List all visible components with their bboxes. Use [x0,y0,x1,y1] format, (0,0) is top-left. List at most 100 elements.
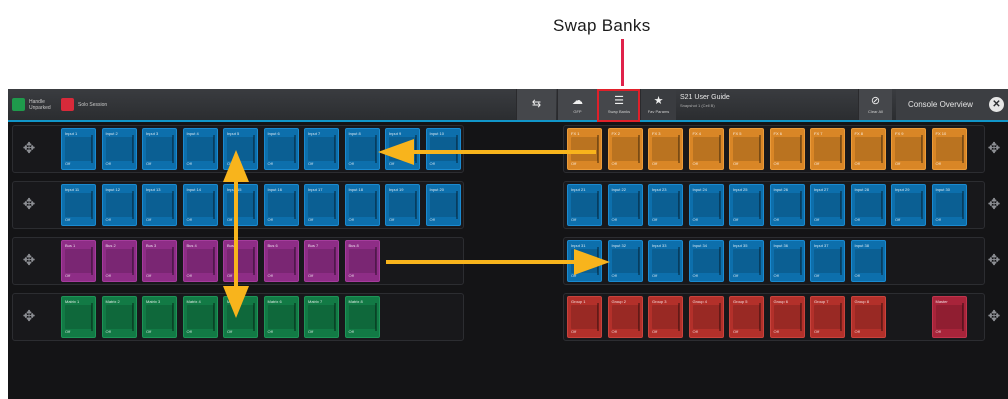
fader-value: Off [854,161,860,166]
fader-strip[interactable]: Input 7 Off [304,128,339,170]
fader-strip[interactable]: Input 3 Off [142,128,177,170]
fader-strip[interactable]: FX 5 Off [729,128,764,170]
fader-strip[interactable]: Input 15 Off [223,184,258,226]
fader-strip[interactable]: Bus 2 Off [101,240,137,282]
solo-status[interactable]: Solo Session [61,89,110,120]
close-icon[interactable]: ✕ [989,97,1004,112]
fader-strip[interactable]: Matrix 1 Off [61,296,96,338]
fader-strip[interactable]: FX 2 Off [607,128,643,170]
fader-strip[interactable]: FX 8 Off [850,128,886,170]
fav-params-button[interactable]: ★ Fav Params [640,89,676,120]
fader-level-meter [91,303,93,331]
fader-strip[interactable]: Group 6 Off [769,296,805,338]
fader-strip[interactable]: Bus 6 Off [263,240,299,282]
move-handle-icon[interactable]: ✥ [986,197,1002,213]
fader-strip[interactable]: Input 11 Off [61,184,96,226]
fader-label: Matrix 5 [227,299,242,304]
move-handle-icon[interactable]: ✥ [986,309,1002,325]
fader-label: FX 1 [571,131,580,136]
fader-strip[interactable]: Group 5 Off [729,296,764,338]
fader-strip[interactable]: Matrix 6 Off [263,296,299,338]
fader-strip[interactable]: Input 28 Off [850,184,886,226]
fader-strip[interactable]: Input 2 Off [101,128,137,170]
fader-strip[interactable]: FX 1 Off [567,128,602,170]
fader-strip[interactable]: Input 13 Off [142,184,177,226]
fader-strip[interactable]: Input 24 Off [688,184,724,226]
fader-strip[interactable]: Matrix 3 Off [142,296,177,338]
fader-strip[interactable]: Input 21 Off [567,184,602,226]
fader-strip[interactable]: Input 12 Off [101,184,137,226]
fader-strip[interactable]: Input 17 Off [304,184,339,226]
fader-strip[interactable]: Group 8 Off [850,296,886,338]
fader-strip[interactable]: FX 6 Off [769,128,805,170]
fader-strip[interactable]: Input 18 Off [344,184,380,226]
fader-strip[interactable]: Input 33 Off [648,240,683,282]
fader-strip[interactable]: Master Off [931,296,967,338]
fader-strip[interactable]: Input 10 Off [425,128,461,170]
fader-strip[interactable]: Bus 5 Off [223,240,258,282]
fader-strip[interactable]: Matrix 8 Off [344,296,380,338]
fader-strip[interactable]: Input 22 Off [607,184,643,226]
fader-strip[interactable]: Input 34 Off [688,240,724,282]
fader-strip[interactable]: FX 3 Off [648,128,683,170]
move-handle-icon[interactable]: ✥ [21,141,37,157]
fader-value: Off [611,161,617,166]
fader-strip[interactable]: Input 8 Off [344,128,380,170]
fader-strip[interactable]: Input 14 Off [182,184,218,226]
fader-strip[interactable]: Input 29 Off [891,184,926,226]
fader-strip[interactable]: Input 36 Off [769,240,805,282]
fader-strip[interactable]: Matrix 2 Off [101,296,137,338]
fader-strip[interactable]: Input 30 Off [931,184,967,226]
fader-strip[interactable]: Matrix 5 Off [223,296,258,338]
fader-strip[interactable]: FX 7 Off [810,128,845,170]
fader-strip[interactable]: Bus 4 Off [182,240,218,282]
fader-strip[interactable]: Matrix 7 Off [304,296,339,338]
fader-label: Input 36 [773,243,788,248]
gfp-button[interactable]: ☁ GFP [557,89,597,120]
fader-strip[interactable]: Input 6 Off [263,128,299,170]
fader-strip[interactable]: Input 9 Off [385,128,420,170]
clear-all-button[interactable]: ⊘ Clear All [858,89,892,120]
move-handle-icon[interactable]: ✥ [986,141,1002,157]
fader-strip[interactable]: Input 26 Off [769,184,805,226]
fader-strip[interactable]: FX 9 Off [891,128,926,170]
move-handle-icon[interactable]: ✥ [21,309,37,325]
fader-strip[interactable]: Matrix 4 Off [182,296,218,338]
move-handle-icon[interactable]: ✥ [21,197,37,213]
fader-strip[interactable]: Group 3 Off [648,296,683,338]
fader-strip[interactable]: Input 38 Off [850,240,886,282]
fader-strip[interactable]: Bus 8 Off [344,240,380,282]
network-button[interactable]: ⇆ [516,89,556,120]
console-overview-button[interactable]: Console Overview ✕ [896,89,1008,120]
fader-label: FX 2 [611,131,620,136]
fader-strip[interactable]: FX 4 Off [688,128,724,170]
fader-strip[interactable]: Group 1 Off [567,296,602,338]
move-handle-icon[interactable]: ✥ [21,253,37,269]
fader-strip[interactable]: Input 20 Off [425,184,461,226]
fader-strip[interactable]: Bus 7 Off [304,240,339,282]
fader-label: Matrix 4 [186,299,201,304]
move-handle-icon[interactable]: ✥ [986,253,1002,269]
fader-strip[interactable]: Input 31 Off [567,240,602,282]
fader-strip[interactable]: Input 4 Off [182,128,218,170]
fader-strip[interactable]: Group 4 Off [688,296,724,338]
fader-level-meter [253,191,255,219]
fader-strip[interactable]: Bus 1 Off [61,240,96,282]
fader-strip[interactable]: Group 2 Off [607,296,643,338]
fader-strip[interactable]: Input 25 Off [729,184,764,226]
fader-strip[interactable]: FX 10 Off [931,128,967,170]
fader-face [611,137,639,161]
fader-strip[interactable]: Input 16 Off [263,184,299,226]
fader-strip[interactable]: Input 23 Off [648,184,683,226]
fader-strip[interactable]: Group 7 Off [810,296,845,338]
fader-value: Off [895,217,901,222]
handle-status[interactable]: Handle Unparked [12,89,61,120]
fader-strip[interactable]: Input 5 Off [223,128,258,170]
fader-strip[interactable]: Input 35 Off [729,240,764,282]
fader-strip[interactable]: Input 32 Off [607,240,643,282]
fader-strip[interactable]: Input 37 Off [810,240,845,282]
fader-strip[interactable]: Input 1 Off [61,128,96,170]
fader-strip[interactable]: Input 27 Off [810,184,845,226]
fader-strip[interactable]: Bus 3 Off [142,240,177,282]
fader-strip[interactable]: Input 19 Off [385,184,420,226]
